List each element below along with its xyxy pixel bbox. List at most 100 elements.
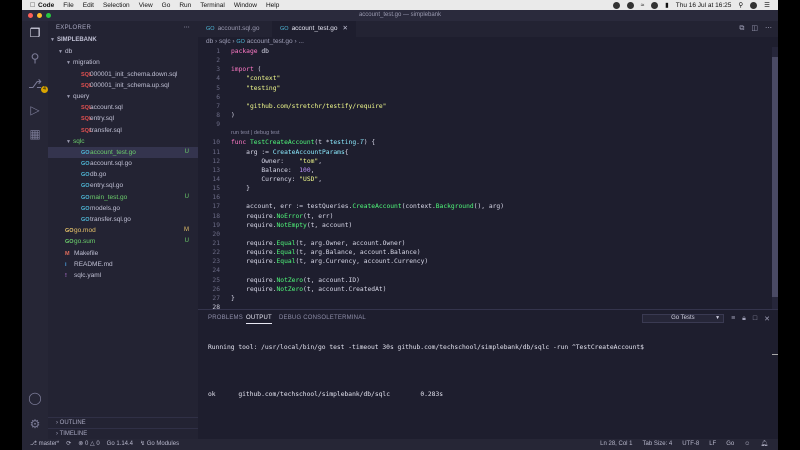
file-go-sum[interactable]: GOgo.sum U xyxy=(48,236,198,247)
clock[interactable]: Thu 16 Jul at 16:25 xyxy=(676,2,732,9)
more-actions-icon[interactable]: ⋯ xyxy=(184,21,190,35)
code-line[interactable]: 1 package db xyxy=(198,47,778,56)
codelens-run-test[interactable]: run test | debug test xyxy=(198,129,778,138)
code-line[interactable]: 8) xyxy=(198,111,778,120)
code-line[interactable]: 4 "context" xyxy=(198,74,778,83)
scrollbar-thumb[interactable] xyxy=(772,57,778,297)
code-editor[interactable]: 1 package db 2 3 import (4 "context" 5 "testi… xyxy=(198,47,778,309)
tab-problems[interactable]: PROBLEMS xyxy=(208,315,243,321)
account-icon[interactable]: ◯ xyxy=(28,391,42,405)
user-icon[interactable] xyxy=(651,1,659,9)
close-window-button[interactable] xyxy=(28,13,33,18)
menu-help[interactable]: Help xyxy=(266,2,279,9)
breadcrumb-symbol[interactable]: ... xyxy=(298,38,303,45)
status-icon[interactable] xyxy=(612,1,620,9)
siri-icon[interactable] xyxy=(750,1,758,9)
code-line[interactable]: 25 require.NotZero(t, account.ID) xyxy=(198,276,778,285)
go-modules-status[interactable]: ↯ Go Modules xyxy=(140,439,179,450)
file-sqlc-yaml[interactable]: ! sqlc.yaml xyxy=(48,270,198,281)
code-line[interactable]: 12 Owner: "tom", xyxy=(198,157,778,166)
extensions-icon[interactable]: ▦ xyxy=(28,127,42,141)
source-control-icon[interactable]: ⎇ 4 xyxy=(28,77,48,93)
split-editor-icon[interactable]: ◫ xyxy=(751,21,758,37)
zoom-window-button[interactable] xyxy=(46,13,51,18)
file-account-sql[interactable]: SQLaccount.sql xyxy=(48,102,198,113)
menu-terminal[interactable]: Terminal xyxy=(200,2,225,9)
code-line[interactable]: 2 xyxy=(198,56,778,65)
open-changes-icon[interactable]: ⧉ xyxy=(739,21,744,37)
sync-icon[interactable]: ⟳ xyxy=(66,439,71,450)
code-line[interactable]: 26 require.NotZero(t, account.CreatedAt) xyxy=(198,285,778,294)
folder-sqlc[interactable]: ▼ sqlc xyxy=(48,136,198,147)
code-line[interactable]: 27} xyxy=(198,294,778,303)
code-line[interactable]: 24 xyxy=(198,266,778,275)
tab-output[interactable]: OUTPUT xyxy=(246,315,272,324)
branch-status[interactable]: ⎇ master* xyxy=(30,439,59,450)
filter-icon[interactable]: ≡ xyxy=(731,315,735,322)
search-view-icon[interactable]: ⚲ xyxy=(28,51,42,65)
file-go-mod[interactable]: GOgo.mod M xyxy=(48,225,198,236)
menu-go[interactable]: Go xyxy=(162,2,171,9)
cursor-position[interactable]: Ln 28, Col 1 xyxy=(600,439,632,450)
code-line[interactable]: 10 func TestCreateAccount(t *testing.T) { xyxy=(198,138,778,147)
code-line[interactable]: 15 } xyxy=(198,184,778,193)
code-line[interactable]: 16 xyxy=(198,193,778,202)
outline-section[interactable]: › OUTLINE xyxy=(48,417,198,428)
language-mode[interactable]: Go xyxy=(726,439,734,450)
file-models-go[interactable]: GOmodels.go xyxy=(48,203,198,214)
file-db-go[interactable]: GOdb.go xyxy=(48,169,198,180)
file-transfer-sql[interactable]: SQLtransfer.sql xyxy=(48,125,198,136)
folder-query[interactable]: ▼ query xyxy=(48,91,198,102)
code-line[interactable]: 13 Balance: 100, xyxy=(198,166,778,175)
code-line[interactable]: 9 xyxy=(198,120,778,129)
timeline-section[interactable]: › TIMELINE xyxy=(48,428,198,439)
menu-selection[interactable]: Selection xyxy=(103,2,130,9)
code-line[interactable]: 21 require.Equal(t, arg.Owner, account.O… xyxy=(198,239,778,248)
close-panel-icon[interactable]: ✕ xyxy=(764,315,770,323)
feedback-icon[interactable]: ☺ xyxy=(744,439,750,450)
settings-gear-icon[interactable]: ⚙ xyxy=(28,417,42,431)
go-version[interactable]: Go 1.14.4 xyxy=(107,439,133,450)
file-000001-init-schema-down-sql[interactable]: SQL000001_init_schema.down.sql xyxy=(48,69,198,80)
control-center-icon[interactable]: ☰ xyxy=(764,1,770,9)
tab-size[interactable]: Tab Size: 4 xyxy=(643,439,673,450)
output-channel-select[interactable]: Go Tests ▼ xyxy=(642,314,725,323)
tab-terminal[interactable]: TERMINAL xyxy=(334,315,366,321)
code-line[interactable]: 22 require.Equal(t, arg.Balance, account… xyxy=(198,248,778,257)
tab-account-sql-go[interactable]: GO account.sql.go xyxy=(198,21,272,37)
file-account-sql-go[interactable]: GOaccount.sql.go xyxy=(48,158,198,169)
explorer-icon[interactable]: ❐ xyxy=(28,26,42,40)
project-root[interactable]: ▼ SIMPLEBANK xyxy=(48,35,198,46)
code-line[interactable]: 14 Currency: "USD", xyxy=(198,175,778,184)
tab-debug-console[interactable]: DEBUG CONSOLE xyxy=(279,315,334,321)
code-line[interactable]: 3 import ( xyxy=(198,65,778,74)
more-actions-icon[interactable]: ⋯ xyxy=(765,21,772,37)
battery-icon[interactable]: ▮ xyxy=(665,1,669,9)
end-of-line[interactable]: LF xyxy=(709,439,716,450)
code-line[interactable]: 19 require.NotEmpty(t, account) xyxy=(198,221,778,230)
file-000001-init-schema-up-sql[interactable]: SQL000001_init_schema.up.sql xyxy=(48,80,198,91)
code-line[interactable]: 11 arg := CreateAccountParams{ xyxy=(198,148,778,157)
tab-account-test-go[interactable]: GO account_test.go ✕ xyxy=(272,21,356,37)
apple-icon[interactable]:  xyxy=(30,2,38,9)
code-line[interactable]: 18 require.NoError(t, err) xyxy=(198,212,778,221)
file-entry-sql[interactable]: SQLentry.sql xyxy=(48,113,198,124)
menu-app[interactable]: Code xyxy=(38,2,54,9)
file-readme-md[interactable]: i README.md xyxy=(48,259,198,270)
close-tab-icon[interactable]: ✕ xyxy=(342,25,347,32)
code-line[interactable]: 6 xyxy=(198,93,778,102)
menu-edit[interactable]: Edit xyxy=(83,2,94,9)
menu-run[interactable]: Run xyxy=(179,2,191,9)
code-line[interactable]: 7 "github.com/stretchr/testify/require" xyxy=(198,102,778,111)
breadcrumb-sqlc[interactable]: sqlc xyxy=(219,38,231,45)
code-line[interactable]: 20 xyxy=(198,230,778,239)
file-main-test-go[interactable]: GOmain_test.go U xyxy=(48,192,198,203)
file-account-test-go[interactable]: GOaccount_test.go U xyxy=(48,146,198,159)
breadcrumb-db[interactable]: db xyxy=(206,38,213,45)
menu-window[interactable]: Window xyxy=(234,2,257,9)
editor-scrollbar[interactable] xyxy=(772,47,778,309)
problems-status[interactable]: ⊗ 0 △ 0 xyxy=(78,439,99,450)
menu-view[interactable]: View xyxy=(139,2,153,9)
code-line[interactable]: 17 account, err := testQueries.CreateAcc… xyxy=(198,202,778,211)
code-line[interactable]: 5 "testing" xyxy=(198,84,778,93)
